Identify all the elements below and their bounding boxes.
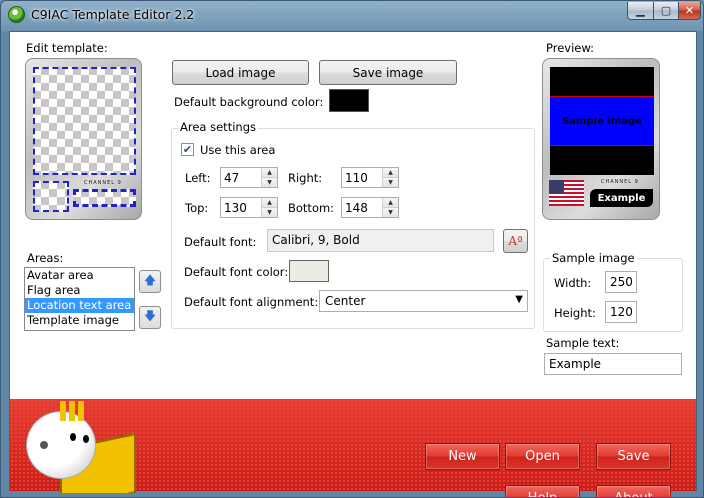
list-item[interactable]: Flag area: [25, 283, 134, 298]
load-image-button[interactable]: Load image: [172, 60, 309, 85]
bottom-value: 148: [345, 201, 368, 215]
spin-down-icon[interactable]: ▼: [262, 207, 277, 217]
left-label: Left:: [185, 171, 211, 185]
arrow-down-icon: 🡇: [143, 309, 157, 323]
height-label: Height:: [554, 306, 596, 320]
font-color-swatch[interactable]: [289, 260, 329, 282]
location-area-outline[interactable]: [73, 189, 136, 207]
spin-down-icon[interactable]: ▼: [383, 177, 398, 187]
maximize-icon: ▢: [660, 4, 672, 17]
minimize-icon: ▁: [636, 4, 645, 17]
areas-listbox[interactable]: Avatar area Flag area Location text area…: [24, 267, 135, 331]
width-label: Width:: [554, 276, 592, 290]
spin-up-icon[interactable]: ▲: [383, 168, 398, 177]
use-area-label: Use this area: [200, 143, 276, 157]
title-bar[interactable]: C9IAC Template Editor 2.2 ▁ ▢ ✕: [1, 1, 703, 31]
use-area-checkbox[interactable]: ✔: [181, 143, 194, 156]
area-settings-title: Area settings: [178, 120, 258, 134]
bg-color-swatch[interactable]: [329, 89, 369, 112]
width-input[interactable]: 250: [605, 271, 637, 293]
list-item[interactable]: Avatar area: [25, 268, 134, 283]
close-icon: ✕: [684, 4, 695, 17]
maximize-button[interactable]: ▢: [653, 2, 679, 20]
list-item[interactable]: Template image: [25, 313, 134, 328]
right-value: 110: [345, 171, 368, 185]
mascot-logo: [26, 401, 136, 493]
list-item-selected[interactable]: Location text area: [25, 298, 134, 313]
spin-up-icon[interactable]: ▲: [383, 198, 398, 207]
font-icon: Aª: [508, 234, 523, 248]
spin-down-icon[interactable]: ▼: [262, 177, 277, 187]
left-spinbox[interactable]: 47 ▲ ▼: [220, 167, 278, 188]
move-down-button[interactable]: 🡇: [139, 306, 161, 329]
footer-bar: New Open Save Help About: [10, 399, 696, 497]
client-area: Edit template: CHANNEL 9 Load image Save…: [9, 31, 697, 497]
default-font-field: Calibri, 9, Bold: [267, 229, 494, 252]
bottom-spinbox[interactable]: 148 ▲ ▼: [341, 197, 399, 218]
sample-image-title: Sample image: [550, 251, 637, 265]
arrow-up-icon: 🡅: [143, 273, 157, 287]
spin-down-icon[interactable]: ▼: [383, 207, 398, 217]
save-image-button[interactable]: Save image: [319, 60, 457, 85]
avatar-area-outline[interactable]: [33, 67, 136, 175]
spin-up-icon[interactable]: ▲: [262, 168, 277, 177]
preview-location-badge: Example: [590, 189, 653, 207]
help-button[interactable]: Help: [505, 485, 580, 497]
save-button[interactable]: Save: [596, 443, 671, 470]
font-alignment-select[interactable]: Center ▼: [319, 290, 528, 312]
top-spinbox[interactable]: 130 ▲ ▼: [220, 197, 278, 218]
flag-area-outline[interactable]: [33, 181, 69, 212]
default-font-alignment-label: Default font alignment:: [184, 295, 319, 309]
new-button[interactable]: New: [425, 443, 500, 470]
card-channel-text: CHANNEL 9: [84, 180, 122, 186]
checkmark-icon: ✔: [182, 143, 193, 156]
about-button[interactable]: About: [596, 485, 671, 497]
preview-sample-image: Sample image: [550, 96, 654, 146]
template-canvas[interactable]: CHANNEL 9: [25, 58, 142, 220]
font-picker-button[interactable]: Aª: [503, 229, 528, 253]
spin-up-icon[interactable]: ▲: [262, 198, 277, 207]
bg-color-label: Default background color:: [174, 95, 324, 109]
sample-text-input[interactable]: Example: [544, 353, 682, 375]
font-alignment-value: Center: [325, 294, 366, 308]
preview-card: Sample image CHANNEL 9 Example: [542, 58, 660, 220]
top-label: Top:: [185, 201, 209, 215]
window-title: C9IAC Template Editor 2.2: [31, 7, 195, 22]
preview-label: Preview:: [546, 41, 595, 55]
areas-label: Areas:: [27, 251, 64, 265]
default-font-color-label: Default font color:: [184, 265, 289, 279]
edit-template-label: Edit template:: [26, 41, 108, 55]
height-input[interactable]: 120: [605, 301, 637, 323]
top-value: 130: [224, 201, 247, 215]
preview-channel-text: CHANNEL 9: [601, 179, 639, 185]
close-button[interactable]: ✕: [678, 2, 701, 20]
minimize-button[interactable]: ▁: [627, 2, 654, 20]
open-button[interactable]: Open: [505, 443, 580, 470]
right-spinbox[interactable]: 110 ▲ ▼: [341, 167, 399, 188]
us-flag-icon: [549, 180, 584, 206]
app-window: C9IAC Template Editor 2.2 ▁ ▢ ✕ Edit tem…: [0, 0, 704, 498]
default-font-label: Default font:: [184, 235, 257, 249]
left-value: 47: [224, 171, 240, 185]
chevron-down-icon: ▼: [515, 294, 523, 305]
move-up-button[interactable]: 🡅: [139, 270, 161, 293]
right-label: Right:: [288, 171, 323, 185]
sample-text-label: Sample text:: [546, 336, 620, 350]
bottom-label: Bottom:: [288, 201, 335, 215]
app-icon: [8, 6, 25, 23]
